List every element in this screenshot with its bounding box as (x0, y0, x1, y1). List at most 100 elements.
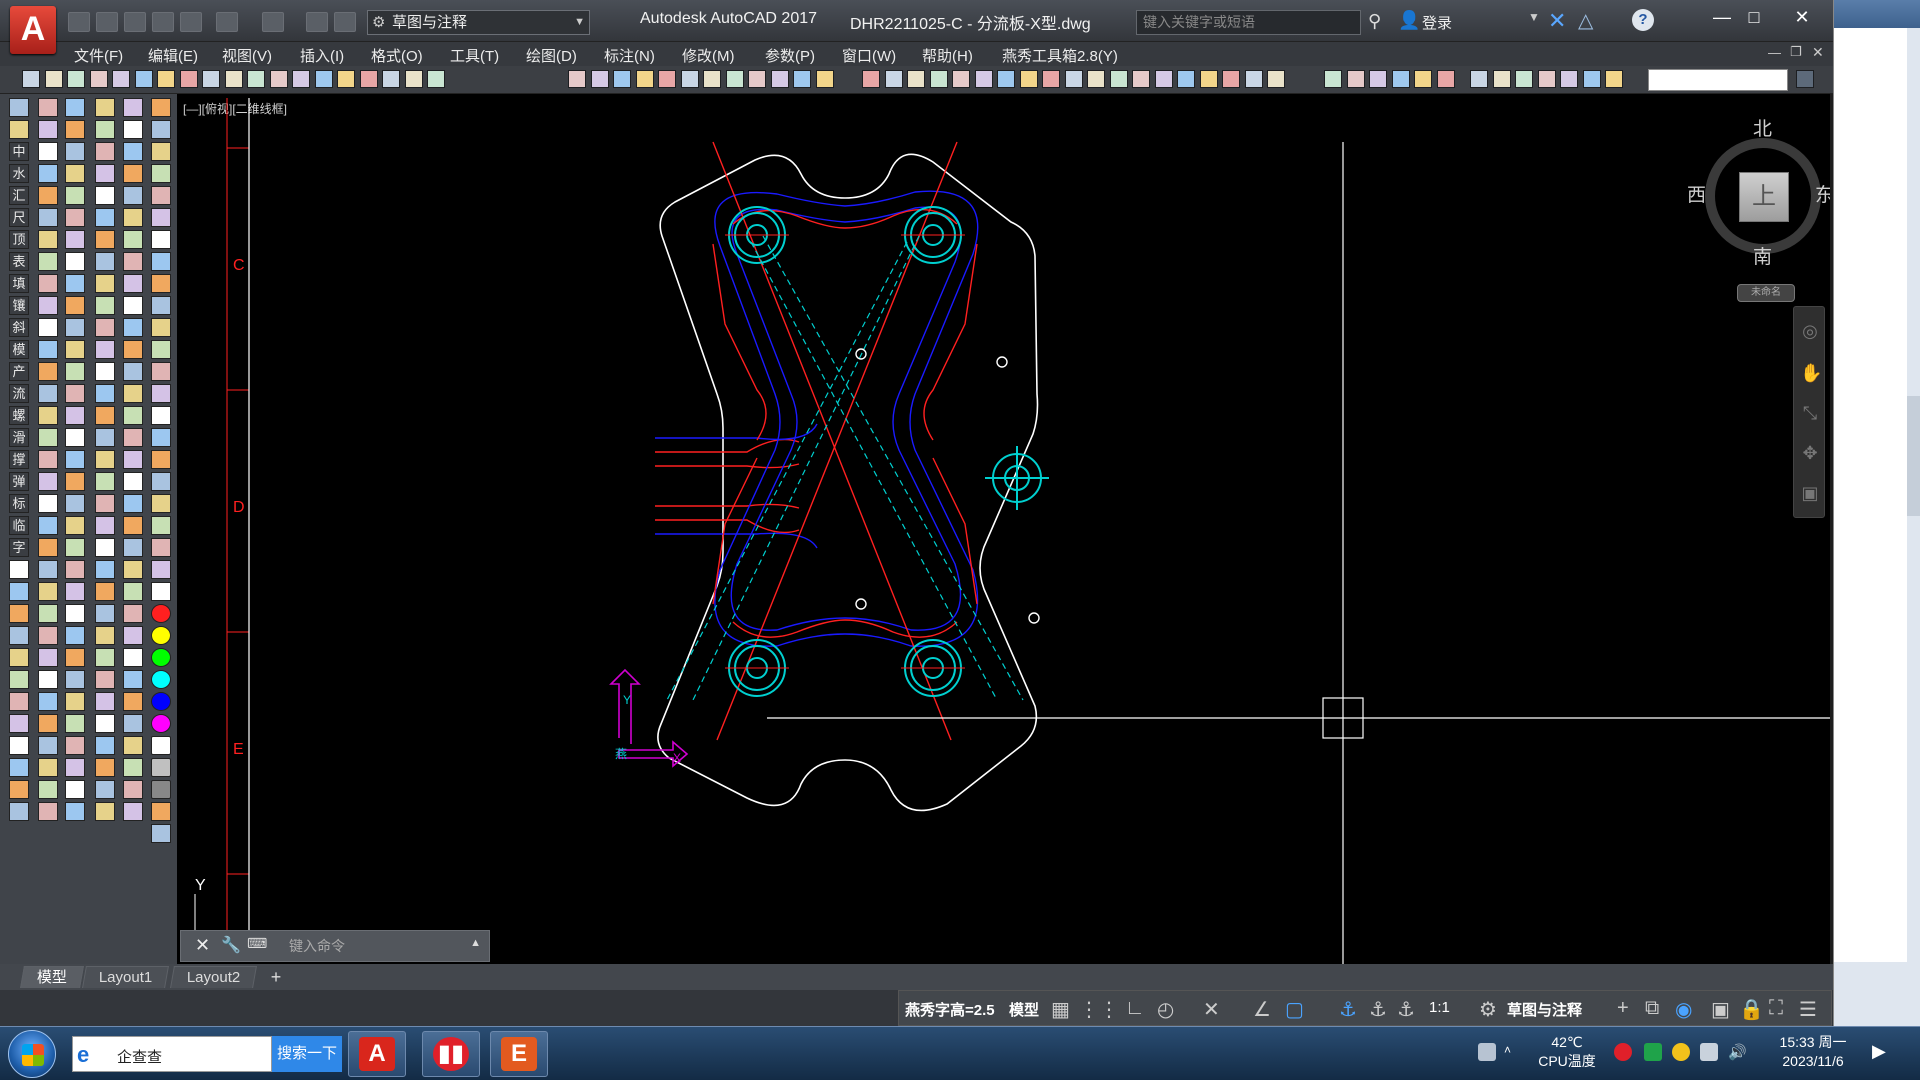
toolbar-tool-icon[interactable] (1560, 70, 1578, 88)
undo-icon[interactable] (216, 12, 238, 32)
exchange-apps-icon[interactable]: ✕ (1548, 8, 1566, 34)
color-swatch[interactable] (151, 626, 171, 645)
palette-tool-icon[interactable] (65, 780, 85, 799)
palette-tool-icon[interactable] (151, 472, 171, 491)
palette-tool-icon[interactable] (123, 604, 143, 623)
palette-tool-icon[interactable] (95, 296, 115, 315)
palette-tool-icon[interactable] (38, 516, 58, 535)
palette-tool-icon[interactable] (65, 692, 85, 711)
taskbar-app-2[interactable]: ▮▮ (422, 1031, 480, 1077)
palette-tool-icon[interactable] (65, 450, 85, 469)
palette-tool-icon[interactable] (151, 318, 171, 337)
palette-tool-icon[interactable] (123, 802, 143, 821)
taskbar-autocad[interactable]: A (348, 1031, 406, 1077)
palette-tool-icon[interactable] (65, 98, 85, 117)
toolbar-tool-icon[interactable] (22, 70, 40, 88)
toolbar-tool-icon[interactable] (427, 70, 445, 88)
doc-close-button[interactable]: ✕ (1812, 44, 1824, 61)
palette-label-button[interactable]: 弹 (9, 472, 29, 491)
palette-tool-icon[interactable] (38, 208, 58, 227)
palette-tool-icon[interactable] (95, 208, 115, 227)
color-swatch[interactable] (151, 714, 171, 733)
toolbar-tool-icon[interactable] (247, 70, 265, 88)
palette-tool-icon[interactable] (65, 274, 85, 293)
palette-tool-icon[interactable] (151, 186, 171, 205)
palette-tool-icon[interactable] (65, 252, 85, 271)
palette-tool-icon[interactable] (65, 494, 85, 513)
palette-label-button[interactable]: 螺 (9, 406, 29, 425)
palette-tool-icon[interactable] (65, 560, 85, 579)
isolate-icon[interactable]: ⧉ (1645, 997, 1659, 1020)
palette-tool-icon[interactable] (123, 230, 143, 249)
palette-tool-icon[interactable] (65, 384, 85, 403)
viewcube-west[interactable]: 西 (1687, 180, 1706, 207)
palette-tool-icon[interactable] (38, 736, 58, 755)
palette-label-button[interactable]: 汇 (9, 186, 29, 205)
palette-tool-icon[interactable] (38, 450, 58, 469)
palette-tool-icon[interactable] (38, 296, 58, 315)
save-as-icon[interactable] (152, 12, 174, 32)
palette-tool-icon[interactable] (123, 120, 143, 139)
palette-label-button[interactable]: 水 (9, 164, 29, 183)
palette-tool-icon[interactable] (65, 758, 85, 777)
open-file-icon[interactable] (96, 12, 118, 32)
toolbar-tool-icon[interactable] (1110, 70, 1128, 88)
menu-format[interactable]: 格式(O) (371, 45, 423, 66)
toolbar-tool-icon[interactable] (1042, 70, 1060, 88)
palette-tool-icon[interactable] (65, 802, 85, 821)
close-icon[interactable]: ✕ (195, 935, 210, 956)
toolbar-tool-icon[interactable] (907, 70, 925, 88)
palette-tool-icon[interactable] (123, 472, 143, 491)
palette-tool-icon[interactable] (9, 120, 29, 139)
palette-tool-icon[interactable] (38, 780, 58, 799)
palette-tool-icon[interactable] (9, 692, 29, 711)
toolbar-tool-icon[interactable] (315, 70, 333, 88)
text-height-status[interactable]: 燕秀字高=2.5 (905, 999, 995, 1020)
palette-tool-icon[interactable] (123, 186, 143, 205)
palette-label-button[interactable]: 中 (9, 142, 29, 161)
snap-icon[interactable]: ⋮⋮ (1079, 997, 1119, 1022)
palette-tool-icon[interactable] (123, 714, 143, 733)
menu-insert[interactable]: 插入(I) (300, 45, 344, 66)
menu-tools[interactable]: 工具(T) (450, 45, 499, 66)
palette-tool-icon[interactable] (95, 802, 115, 821)
palette-tool-icon[interactable] (65, 648, 85, 667)
palette-tool-icon[interactable] (123, 274, 143, 293)
palette-tool-icon[interactable] (65, 626, 85, 645)
palette-tool-icon[interactable] (65, 362, 85, 381)
selection-cycling-icon[interactable]: ▢ (1285, 997, 1304, 1022)
showmotion-icon[interactable]: ▣ (1800, 483, 1820, 503)
palette-tool-icon[interactable] (38, 560, 58, 579)
toolbar-tool-icon[interactable] (112, 70, 130, 88)
workspace-switch[interactable]: 草图与注释 (1507, 999, 1582, 1020)
toolbar-tool-icon[interactable] (90, 70, 108, 88)
gear-icon[interactable]: ⚙ (1479, 997, 1497, 1022)
lock-ui-icon[interactable]: 🔒 (1739, 997, 1764, 1022)
palette-tool-icon[interactable] (9, 736, 29, 755)
palette-label-button[interactable]: 临 (9, 516, 29, 535)
viewcube-east[interactable]: 东 (1815, 180, 1830, 207)
palette-tool-icon[interactable] (95, 538, 115, 557)
palette-tool-icon[interactable] (95, 318, 115, 337)
palette-tool-icon[interactable] (151, 802, 171, 821)
fullscreen-icon[interactable]: ⛶ (1769, 997, 1783, 1020)
osnap-icon[interactable]: ✕ (1203, 997, 1220, 1022)
palette-tool-icon[interactable] (65, 406, 85, 425)
toolbar-tool-icon[interactable] (202, 70, 220, 88)
annotation-scale-icon[interactable]: ⚓ (1397, 997, 1415, 1022)
palette-tool-icon[interactable] (95, 604, 115, 623)
palette-tool-icon[interactable] (123, 252, 143, 271)
palette-tool-icon[interactable] (123, 208, 143, 227)
toolbar-tool-icon[interactable] (930, 70, 948, 88)
toolbar-tool-icon[interactable] (382, 70, 400, 88)
palette-tool-icon[interactable] (151, 362, 171, 381)
palette-tool-icon[interactable] (9, 714, 29, 733)
toolbar-tool-icon[interactable] (225, 70, 243, 88)
toolbar-tool-icon[interactable] (157, 70, 175, 88)
toolbar-tool-icon[interactable] (748, 70, 766, 88)
palette-tool-icon[interactable] (65, 142, 85, 161)
binoculars-icon[interactable]: ⚲ (1368, 11, 1381, 32)
toolbar-tool-icon[interactable] (1583, 70, 1601, 88)
palette-tool-icon[interactable] (123, 318, 143, 337)
customize-menu-icon[interactable]: ☰ (1799, 997, 1817, 1022)
